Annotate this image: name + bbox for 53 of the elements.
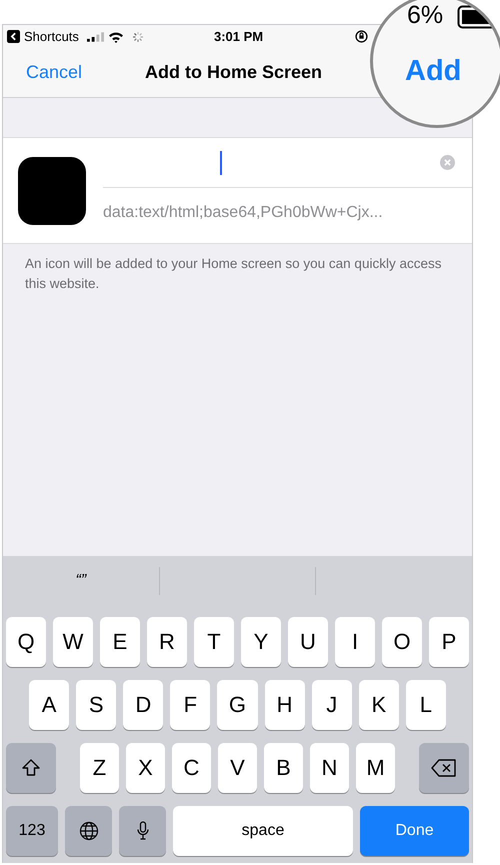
- letter-key[interactable]: X: [126, 743, 165, 793]
- letter-key[interactable]: U: [288, 617, 328, 667]
- letter-key[interactable]: N: [310, 743, 349, 793]
- footer-note: An icon will be added to your Home screen so you can quickly access this website.: [25, 255, 442, 293]
- delete-key[interactable]: [419, 743, 469, 793]
- letter-key[interactable]: R: [147, 617, 187, 667]
- letter-key[interactable]: V: [218, 743, 257, 793]
- screen-title: Add to Home Screen: [145, 62, 322, 83]
- letter-key[interactable]: T: [194, 617, 234, 667]
- letter-key[interactable]: E: [100, 617, 140, 667]
- space-key[interactable]: space: [173, 806, 353, 856]
- letter-key[interactable]: Y: [241, 617, 281, 667]
- delete-icon: [431, 759, 457, 777]
- globe-key[interactable]: [65, 806, 112, 856]
- text-cursor: [220, 151, 222, 175]
- letter-key[interactable]: G: [217, 680, 258, 730]
- letter-key[interactable]: F: [170, 680, 210, 730]
- letter-key[interactable]: P: [429, 617, 469, 667]
- letter-key[interactable]: J: [312, 680, 352, 730]
- letter-key[interactable]: W: [53, 617, 93, 667]
- spinner-icon: [132, 30, 144, 42]
- letter-key[interactable]: O: [382, 617, 422, 667]
- back-icon[interactable]: [7, 30, 20, 43]
- done-key[interactable]: Done: [360, 806, 469, 856]
- letter-key[interactable]: K: [358, 680, 399, 730]
- shift-key[interactable]: [6, 743, 56, 793]
- back-label[interactable]: Shortcuts: [24, 29, 79, 44]
- shift-icon: [21, 758, 41, 778]
- letter-key[interactable]: C: [172, 743, 211, 793]
- letter-key[interactable]: L: [406, 680, 446, 730]
- url-text: data:text/html;base64,PGh0bWw+Cjx...: [103, 204, 384, 222]
- letter-key[interactable]: I: [335, 617, 375, 667]
- app-icon: [18, 156, 86, 224]
- numbers-key[interactable]: 123: [6, 806, 58, 856]
- microphone-icon: [136, 821, 150, 841]
- status-time: 3:01 PM: [214, 29, 264, 44]
- rotation-lock-icon: [355, 30, 368, 43]
- letter-key[interactable]: H: [264, 680, 305, 730]
- wifi-icon: [108, 30, 124, 42]
- cancel-button[interactable]: Cancel: [22, 58, 86, 87]
- letter-key[interactable]: Z: [80, 743, 119, 793]
- letter-key[interactable]: Q: [6, 617, 46, 667]
- battery-percentage: 6%: [407, 1, 444, 30]
- letter-key[interactable]: A: [29, 680, 70, 730]
- globe-icon: [78, 821, 98, 841]
- add-button[interactable]: Add: [401, 53, 466, 90]
- letter-key[interactable]: S: [76, 680, 116, 730]
- suggestion[interactable]: “”: [76, 572, 86, 590]
- microphone-key[interactable]: [119, 806, 166, 856]
- letter-key[interactable]: D: [123, 680, 164, 730]
- letter-key[interactable]: B: [264, 743, 303, 793]
- letter-key[interactable]: M: [356, 743, 395, 793]
- signal-icon: [86, 32, 104, 42]
